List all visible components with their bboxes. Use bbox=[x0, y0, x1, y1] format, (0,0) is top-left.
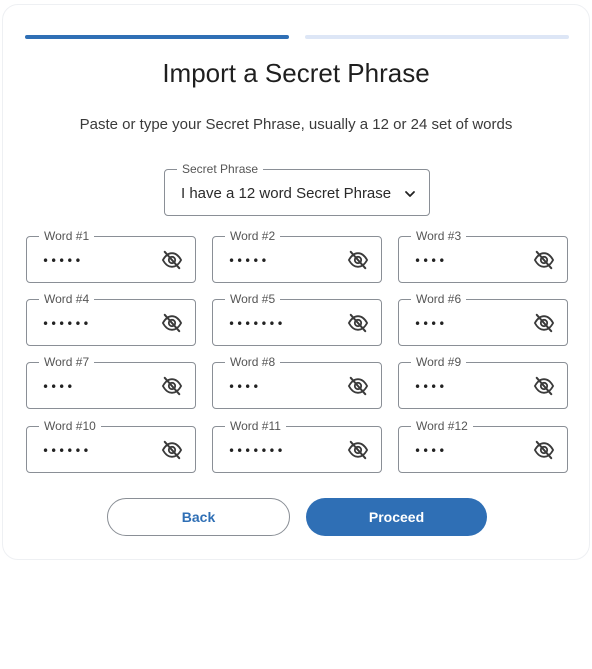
masked-word-value: ••••• bbox=[228, 254, 269, 268]
word-field-7[interactable]: Word #7 •••• bbox=[26, 355, 196, 409]
back-button[interactable]: Back bbox=[107, 498, 290, 536]
masked-word-value: ••••••• bbox=[228, 444, 285, 458]
progress-step-1 bbox=[25, 35, 289, 39]
masked-word-value: •••• bbox=[414, 380, 447, 394]
eye-off-icon[interactable] bbox=[161, 313, 183, 333]
word-field-5[interactable]: Word #5 ••••••• bbox=[212, 292, 382, 346]
word-field-label: Word #3 bbox=[411, 229, 467, 243]
word-field-1[interactable]: Word #1 ••••• bbox=[26, 229, 196, 283]
masked-word-value: •••• bbox=[228, 380, 261, 394]
word-field-10[interactable]: Word #10 •••••• bbox=[26, 419, 196, 473]
eye-off-icon[interactable] bbox=[347, 376, 369, 396]
word-field-label: Word #2 bbox=[225, 229, 281, 243]
word-field-label: Word #1 bbox=[39, 229, 95, 243]
masked-word-value: ••••••• bbox=[228, 317, 285, 331]
word-field-11[interactable]: Word #11 ••••••• bbox=[212, 419, 382, 473]
masked-word-value: •••••• bbox=[42, 444, 91, 458]
word-field-12[interactable]: Word #12 •••• bbox=[398, 419, 568, 473]
masked-word-value: ••••• bbox=[42, 254, 83, 268]
word-field-6[interactable]: Word #6 •••• bbox=[398, 292, 568, 346]
progress-step-2 bbox=[305, 35, 569, 39]
word-field-label: Word #11 bbox=[225, 419, 286, 433]
masked-word-value: •••••• bbox=[42, 317, 91, 331]
eye-off-icon[interactable] bbox=[161, 440, 183, 460]
word-field-label: Word #10 bbox=[39, 419, 101, 433]
eye-off-icon[interactable] bbox=[161, 250, 183, 270]
secret-phrase-select[interactable]: Secret Phrase I have a 12 word Secret Ph… bbox=[164, 162, 430, 216]
eye-off-icon[interactable] bbox=[533, 440, 555, 460]
eye-off-icon[interactable] bbox=[161, 376, 183, 396]
masked-word-value: •••• bbox=[42, 380, 75, 394]
word-field-4[interactable]: Word #4 •••••• bbox=[26, 292, 196, 346]
eye-off-icon[interactable] bbox=[533, 376, 555, 396]
masked-word-value: •••• bbox=[414, 317, 447, 331]
masked-word-value: •••• bbox=[414, 254, 447, 268]
word-field-3[interactable]: Word #3 •••• bbox=[398, 229, 568, 283]
secret-phrase-select-value: I have a 12 word Secret Phrase bbox=[181, 185, 392, 202]
proceed-button[interactable]: Proceed bbox=[306, 498, 487, 536]
chevron-down-icon bbox=[405, 191, 415, 197]
eye-off-icon[interactable] bbox=[347, 313, 369, 333]
eye-off-icon[interactable] bbox=[533, 313, 555, 333]
eye-off-icon[interactable] bbox=[347, 440, 369, 460]
secret-phrase-select-label: Secret Phrase bbox=[177, 162, 264, 176]
word-field-label: Word #6 bbox=[411, 292, 467, 306]
word-field-label: Word #7 bbox=[39, 355, 95, 369]
word-field-label: Word #8 bbox=[225, 355, 281, 369]
page-title: Import a Secret Phrase bbox=[162, 58, 430, 88]
word-field-8[interactable]: Word #8 •••• bbox=[212, 355, 382, 409]
word-field-9[interactable]: Word #9 •••• bbox=[398, 355, 568, 409]
word-field-2[interactable]: Word #2 ••••• bbox=[212, 229, 382, 283]
word-field-label: Word #5 bbox=[225, 292, 281, 306]
word-field-label: Word #9 bbox=[411, 355, 467, 369]
eye-off-icon[interactable] bbox=[347, 250, 369, 270]
word-field-label: Word #4 bbox=[39, 292, 95, 306]
masked-word-value: •••• bbox=[414, 444, 447, 458]
eye-off-icon[interactable] bbox=[533, 250, 555, 270]
page-subtitle: Paste or type your Secret Phrase, usuall… bbox=[79, 116, 513, 133]
word-field-label: Word #12 bbox=[411, 419, 473, 433]
